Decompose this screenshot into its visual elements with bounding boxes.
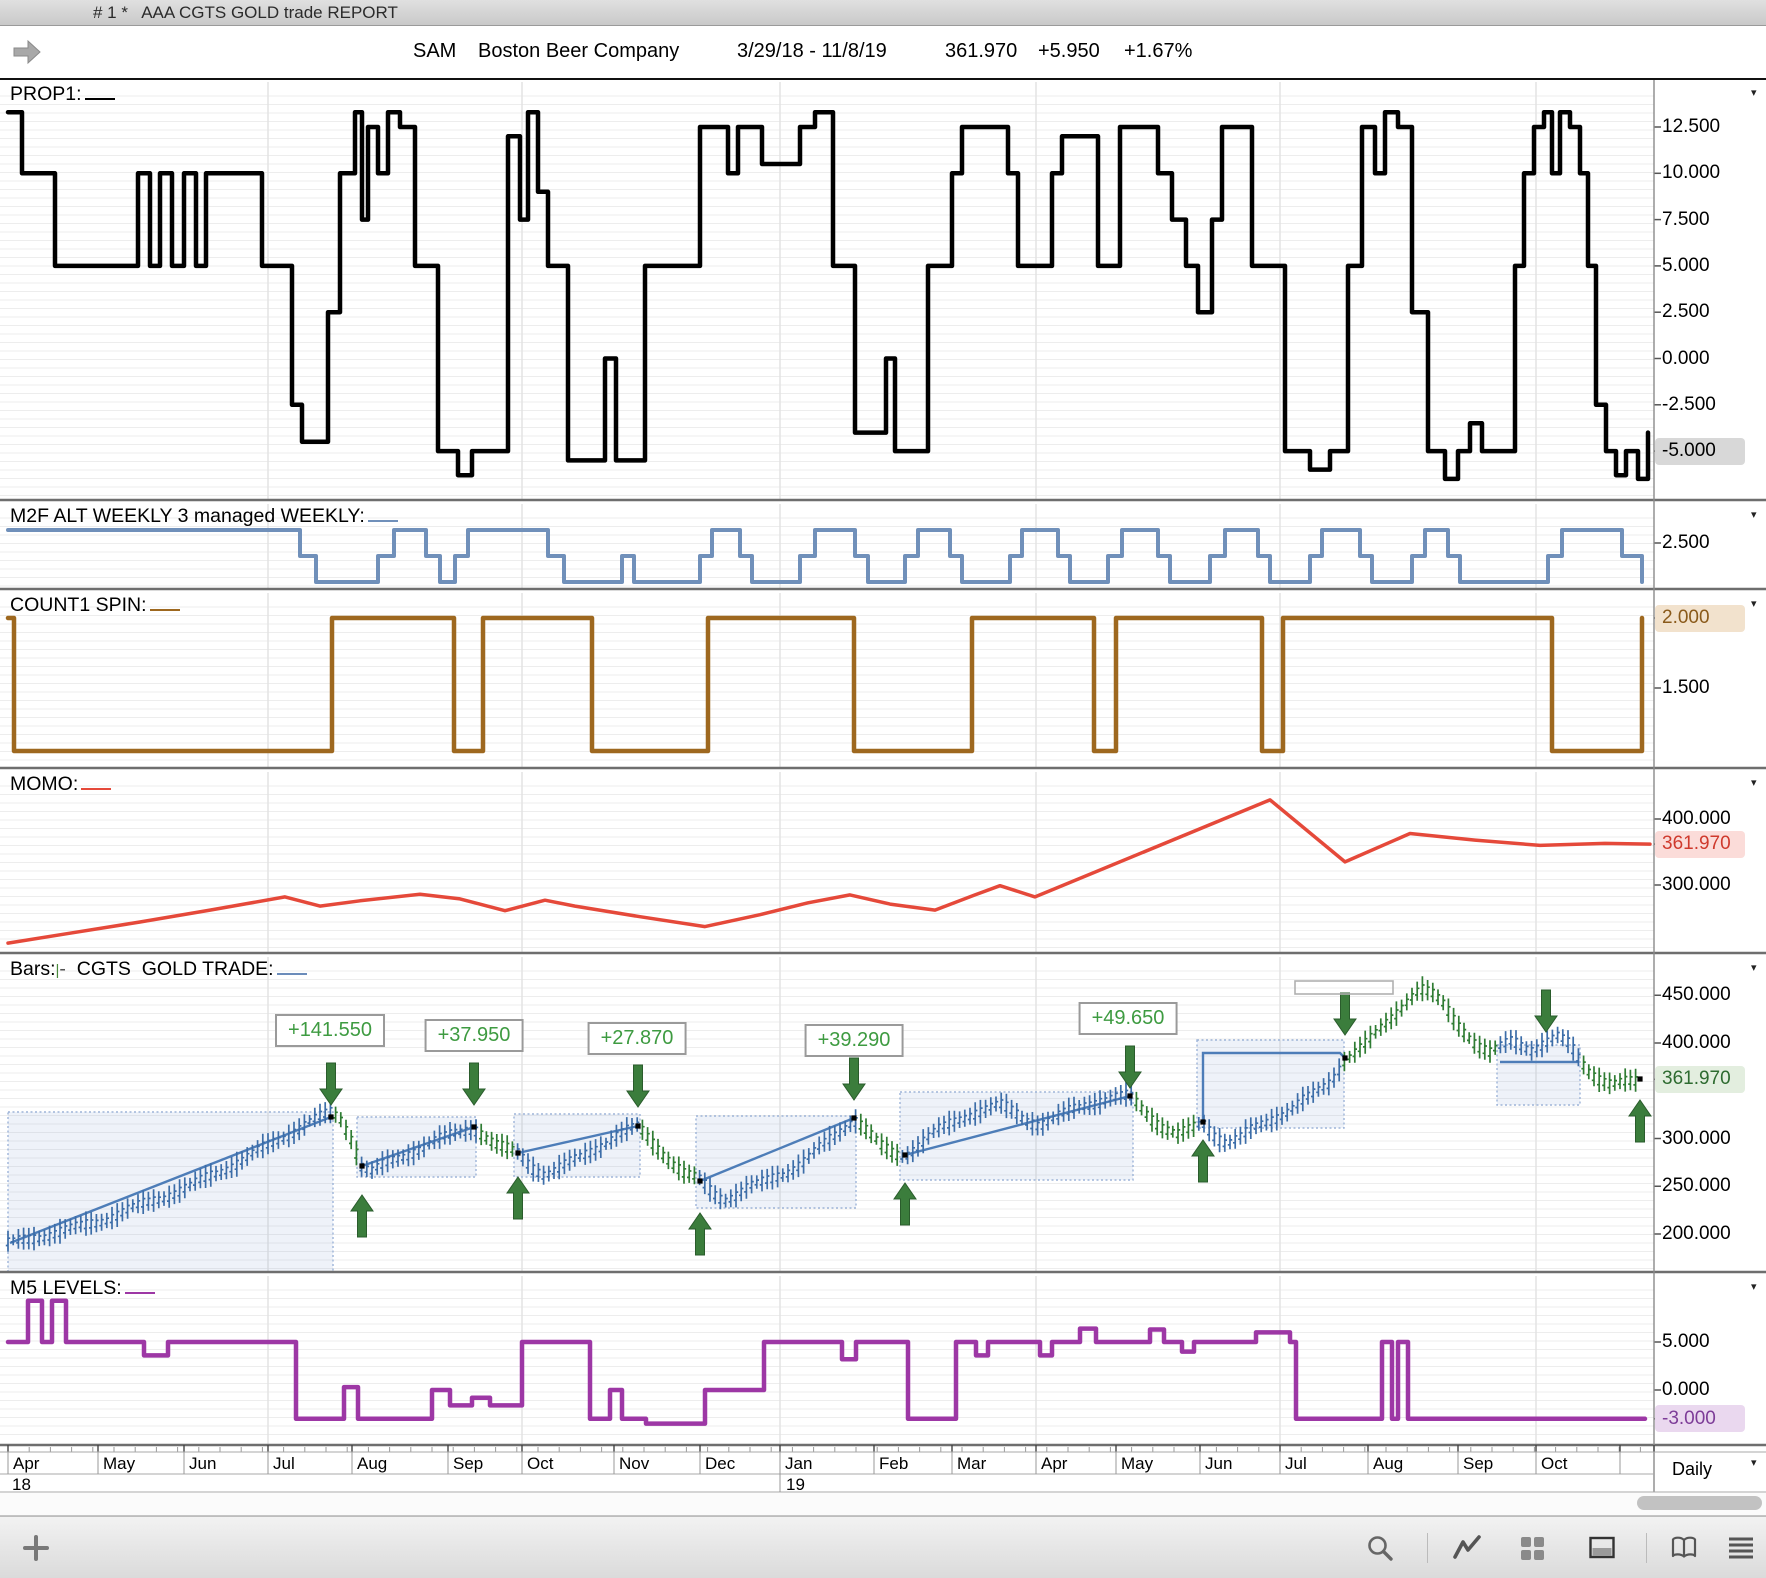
book-icon[interactable] <box>1670 1534 1698 1562</box>
signal-dot <box>1342 1055 1348 1061</box>
trade-zone <box>1496 1044 1581 1106</box>
toolbar-separator <box>1427 1533 1428 1563</box>
buy-arrow-icon <box>1628 1099 1652 1143</box>
horizontal-scrollbar-track[interactable] <box>0 1493 1766 1516</box>
signal-dot <box>697 1178 703 1184</box>
series-m2f <box>6 528 1644 584</box>
buy-arrow-icon <box>1191 1139 1215 1183</box>
sell-arrow-icon <box>626 1064 650 1108</box>
series-count1 <box>5 615 1645 754</box>
signal-dot <box>1127 1093 1133 1099</box>
series-m5 <box>5 1298 1648 1426</box>
signal-dot <box>471 1124 477 1130</box>
grid-layout-icon[interactable] <box>1518 1534 1546 1562</box>
timeframe-label[interactable]: Daily <box>1672 1459 1712 1480</box>
signal-dot <box>635 1123 641 1129</box>
horizontal-scrollbar-thumb[interactable] <box>1637 1496 1762 1510</box>
signal-dot <box>359 1163 365 1169</box>
add-panel-button[interactable] <box>22 1534 50 1562</box>
series-prop1 <box>5 109 1651 482</box>
chart-application-window: { "window": { "title": "# 1 * AAA CGTS G… <box>0 0 1766 1578</box>
signal-dot <box>328 1114 334 1120</box>
signal-dot <box>851 1115 857 1121</box>
panel-layout-icon[interactable] <box>1588 1534 1616 1562</box>
bottom-toolbar <box>0 1516 1766 1578</box>
signal-dot <box>515 1150 521 1156</box>
signal-dot <box>902 1152 908 1158</box>
toolbar-separator <box>1646 1533 1647 1563</box>
trendline-tool-icon[interactable] <box>1453 1534 1481 1562</box>
buy-arrow-icon <box>893 1182 917 1226</box>
signal-dot <box>1200 1119 1206 1125</box>
buy-arrow-icon <box>350 1194 374 1238</box>
signal-dot <box>1637 1076 1643 1082</box>
chart-canvas <box>0 80 1766 1493</box>
list-lines-icon[interactable] <box>1727 1534 1755 1562</box>
search-icon[interactable] <box>1366 1534 1394 1562</box>
